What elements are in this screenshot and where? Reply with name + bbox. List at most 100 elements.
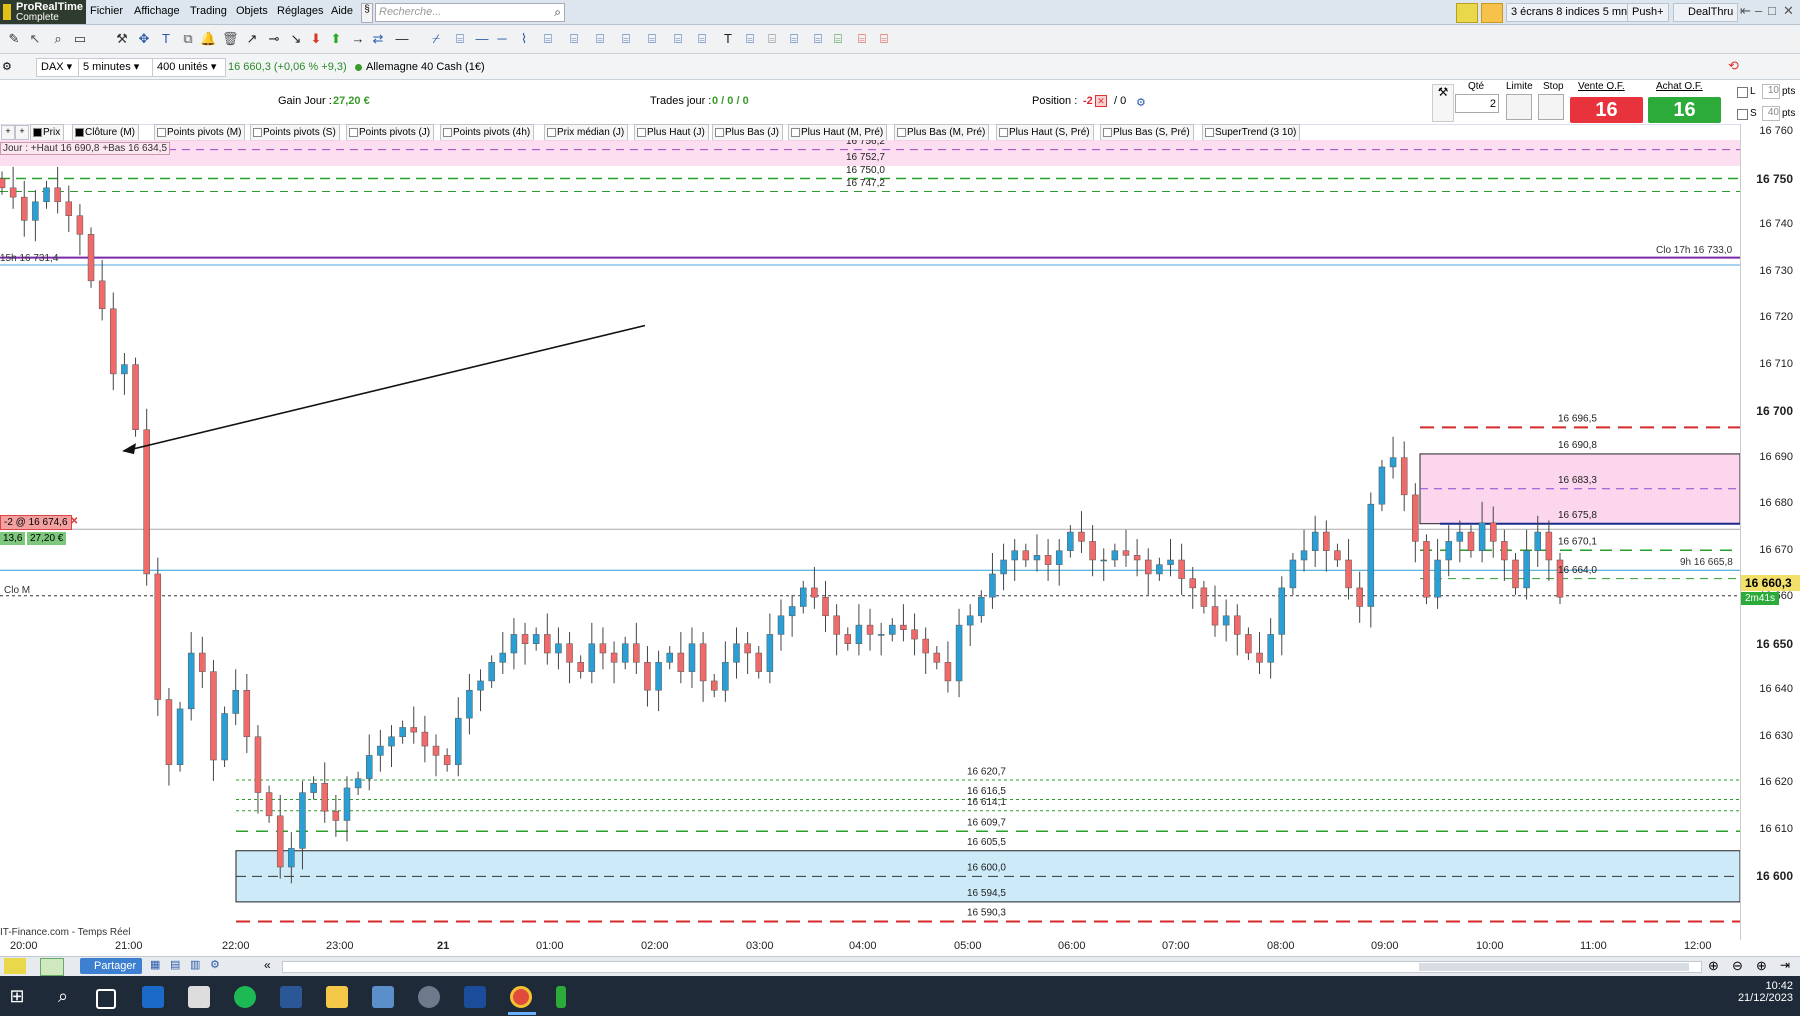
indicator-chip[interactable]: Points pivots (S) [250,124,340,141]
menu-reglages[interactable]: Réglages [277,5,323,17]
push-button[interactable]: Push+ [1627,3,1669,22]
sell-arrow-icon[interactable]: ⬇ [308,31,324,47]
window-tile-icon[interactable]: ⇤ [1740,3,1751,19]
l-points-input[interactable]: 10 [1762,84,1780,99]
elliott-icon[interactable]: ⌸ [810,31,826,47]
price-chart[interactable]: 16 756,2 16 752,7 16 750,0 16 747,2 16 696,5… [0,140,1740,940]
qty-input[interactable] [1455,94,1499,113]
hline-tool-icon[interactable]: — [394,31,410,47]
add-indicator-icon[interactable]: + [1,125,15,140]
cycle-icon[interactable]: ⌸ [694,31,710,47]
taskbar-search-icon[interactable]: ⌕ [52,986,74,1008]
ruler-icon[interactable]: ⚒ [114,31,130,47]
app-icon-4[interactable] [464,986,486,1008]
calendar-icon[interactable]: ▦ [150,958,164,974]
notes-icon[interactable]: ▤ [170,958,184,974]
zoom-icon[interactable]: ⌕ [50,31,66,47]
regression-icon[interactable]: ⌸ [670,31,686,47]
chart-type-icon[interactable] [40,958,64,976]
channel-tool-icon[interactable]: ⇄ [370,31,386,47]
rectangle-icon[interactable]: ▭ [72,31,88,47]
indicator-chip[interactable]: Points pivots (M) [154,124,246,141]
dealthru-button[interactable]: DealThru [1673,3,1739,22]
instrument-select[interactable]: DAX ▾ [36,58,80,77]
indicator-chip[interactable]: Plus Bas (J) [712,124,783,141]
indicator-chip[interactable]: Prix médian (J) [544,124,629,141]
fib-retracement-icon[interactable]: ⌸ [540,31,556,47]
pen-small-icon[interactable] [4,958,26,974]
indicator-chip[interactable]: Plus Haut (M, Pré) [788,124,888,141]
menu-aide[interactable]: Aide [331,5,353,17]
indicator-chip[interactable]: SuperTrend (3 10) [1202,124,1301,141]
indicator-chip[interactable]: Points pivots (4h) [440,124,535,141]
chart-settings-icon[interactable]: ⚙ [2,60,16,74]
trash-icon[interactable]: 🗑 [222,31,239,47]
measure-icon[interactable]: ⌸ [742,31,758,47]
ray-tool-icon[interactable]: ↘ [288,31,304,47]
price-axis[interactable]: 16 760 16 750 16 740 16 730 16 720 16 710 16 7… [1740,124,1800,940]
fibonacci-icon[interactable]: ⌸ [452,31,468,47]
buy-arrow-icon[interactable]: ⬆ [328,31,344,47]
task-view-icon[interactable] [96,989,116,1009]
buy-button[interactable]: 16 661,0 [1648,97,1721,147]
layers-icon[interactable]: ▥ [190,958,204,974]
indicator-chip[interactable]: Points pivots (J) [346,124,435,141]
text-label-icon[interactable]: T [720,31,736,47]
sell-button[interactable]: 16 659,6 [1570,97,1643,147]
crosshair-icon[interactable]: ✥ [136,31,152,47]
segment-tool-icon[interactable]: ⊸ [266,31,282,47]
copy-icon[interactable]: ⧉ [180,31,196,47]
system-clock[interactable]: 10:42 21/12/2023 [1735,980,1793,1004]
refresh-icon[interactable]: ⟲ [1728,58,1739,74]
units-select[interactable]: 400 unités ▾ [152,58,226,77]
indicator-chip[interactable]: Plus Haut (J) [634,124,709,141]
link-icon[interactable]: § [361,3,373,23]
indicator-chip[interactable]: Plus Bas (M, Pré) [894,124,990,141]
gear-small-icon[interactable]: ⚙ [210,958,224,974]
word-icon[interactable] [280,986,302,1008]
arrow-tool-icon[interactable]: → [350,31,366,47]
zigzag-icon[interactable]: ⌸ [830,31,846,47]
l-checkbox[interactable] [1737,87,1748,98]
scrollbar-thumb[interactable] [1419,963,1689,971]
menu-trading[interactable]: Trading [190,5,227,17]
search-icon[interactable]: ⌕ [554,5,561,20]
app-icon-2[interactable] [188,986,210,1008]
share-button[interactable]: Partager [80,958,143,974]
pencil-icon[interactable]: ✎ [6,31,22,47]
prorealtime-taskbar-icon[interactable] [556,986,566,1008]
indicator-chip[interactable]: Clôture (M) [72,124,140,141]
indicator-chip[interactable]: Plus Haut (S, Pré) [996,124,1094,141]
fib-fan-icon[interactable]: ⌇ [516,31,532,47]
minimize-icon[interactable]: – [1755,3,1762,18]
menu-affichage[interactable]: Affichage [134,5,180,17]
zoom-out-icon[interactable]: ⊖ [1732,958,1743,974]
fib-extension-icon[interactable]: ⌸ [566,31,582,47]
search-input[interactable]: Recherche... ⌕ [375,3,565,22]
spotify-icon[interactable] [234,986,256,1008]
trend-icon[interactable]: ⌿ [428,31,444,47]
screens-button[interactable]: 3 écrans 8 indices 5 mn [1506,3,1633,22]
close-icon[interactable]: ✕ [1783,3,1794,19]
stop-order-button[interactable] [1538,94,1564,120]
abcd-icon[interactable]: ⌸ [854,31,870,47]
app-icon-3[interactable] [418,986,440,1008]
pen-icon[interactable] [1456,3,1478,23]
alert-icon[interactable]: 🔔 [200,31,216,47]
orders-icon[interactable]: ⚙ [1136,96,1146,109]
chrome-icon[interactable] [510,986,532,1008]
ruler-tool-icon[interactable]: ⌸ [764,31,780,47]
fib-time-icon[interactable]: ⌸ [592,31,608,47]
horizontal-scrollbar[interactable] [282,961,1702,973]
position-close-icon[interactable]: ✕ [70,516,78,527]
close-position-icon[interactable]: ✕ [1095,95,1107,107]
zoom-fit-icon[interactable]: ⊕ [1708,958,1719,974]
maximize-icon[interactable]: □ [1768,3,1776,18]
gann-icon[interactable]: ⌸ [618,31,634,47]
indicator-chip[interactable]: Plus Bas (S, Pré) [1100,124,1194,141]
pattern-icon[interactable]: ⌸ [786,31,802,47]
hline-alt-icon[interactable]: ─ [494,31,510,47]
flag-icon[interactable] [1481,3,1503,23]
menu-objets[interactable]: Objets [236,5,268,17]
s-checkbox[interactable] [1737,109,1748,120]
